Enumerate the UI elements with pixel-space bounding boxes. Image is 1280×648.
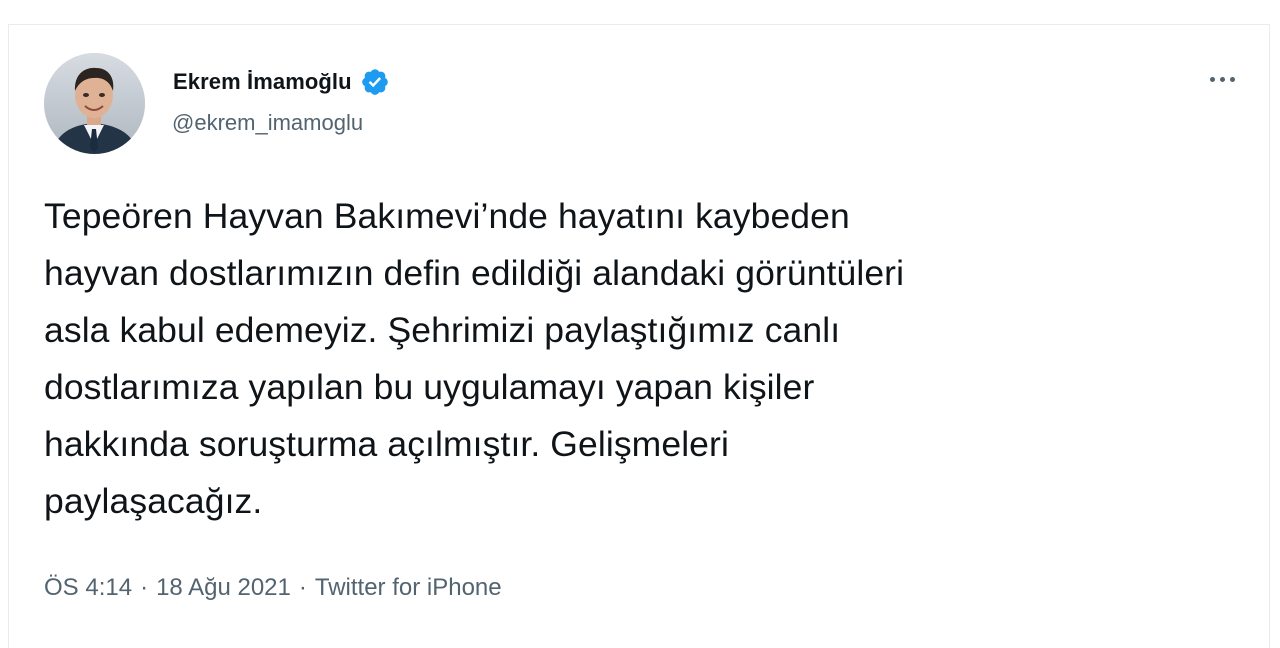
author-handle[interactable]: @ekrem_imamoglu bbox=[172, 110, 363, 136]
tweet-source[interactable]: Twitter for iPhone bbox=[315, 574, 502, 602]
more-options-icon bbox=[1209, 76, 1215, 82]
more-options-button[interactable] bbox=[1200, 64, 1244, 94]
avatar[interactable] bbox=[44, 53, 145, 154]
verified-badge-icon bbox=[360, 67, 390, 97]
more-options-icon bbox=[1229, 76, 1235, 82]
tweet-text: Tepeören Hayvan Bakımevi’nde hayatını ka… bbox=[44, 196, 905, 521]
meta-separator: · bbox=[298, 574, 307, 601]
profile-photo-icon bbox=[44, 53, 145, 154]
more-options-icon bbox=[1219, 76, 1225, 82]
author-name-row[interactable]: Ekrem İmamoğlu bbox=[173, 64, 390, 100]
tweet-time[interactable]: ÖS 4:14 bbox=[44, 574, 132, 602]
tweet-date[interactable]: 18 Ağu 2021 bbox=[156, 574, 291, 602]
tweet-meta: ÖS 4:14 · 18 Ağu 2021 · Twitter for iPho… bbox=[44, 574, 502, 602]
meta-separator: · bbox=[140, 574, 149, 601]
author-display-name[interactable]: Ekrem İmamoğlu bbox=[173, 69, 352, 95]
